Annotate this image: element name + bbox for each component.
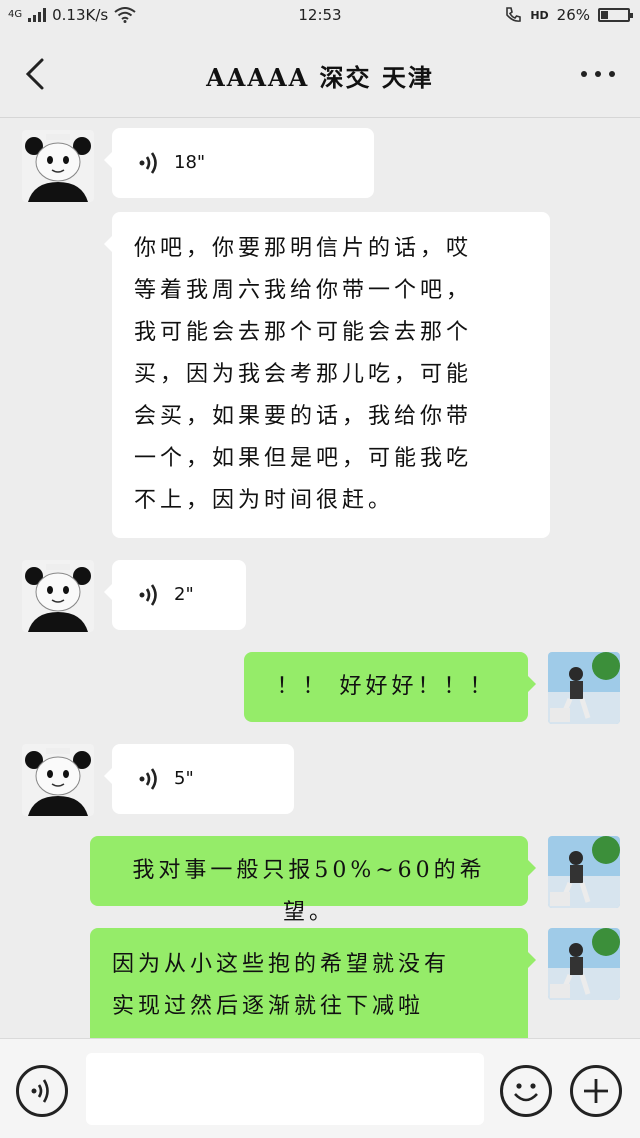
user-photo-avatar xyxy=(548,928,620,1000)
battery-percent: 26% xyxy=(556,6,590,24)
message-line: 实现过然后逐渐就往下减啦 xyxy=(112,994,425,1019)
message-line: 你吧，你要那明信片的话，哎 xyxy=(134,236,473,261)
more-button[interactable] xyxy=(578,58,618,90)
emoji-button[interactable] xyxy=(500,1065,552,1117)
message-line: 买，因为我会考那儿吃，可能 xyxy=(134,362,473,387)
panda-meme-avatar xyxy=(22,130,94,202)
voice-wave-icon xyxy=(139,584,157,606)
voice-toggle-icon xyxy=(31,1079,49,1103)
chat-area[interactable]: 18" 你吧，你要那明信片的话，哎 等着我周六我给你带一个吧， 我可能会去那个可… xyxy=(0,118,640,1038)
chat-title: AAAAA 深交 天津 xyxy=(206,63,434,92)
contact-avatar[interactable] xyxy=(22,560,94,632)
text-message-bubble[interactable]: 我对事一般只报50%~60的希望。 xyxy=(90,836,536,925)
panda-meme-avatar xyxy=(22,560,94,632)
message-line: 因为从小这些抱的希望就没有 xyxy=(112,952,451,977)
battery-fill xyxy=(601,11,609,19)
hd-badge: HD xyxy=(530,8,549,22)
message-line: 我可能会去那个可能会去那个 xyxy=(134,320,473,345)
voice-message-bubble[interactable]: 18" xyxy=(104,128,374,198)
more-actions-button[interactable] xyxy=(570,1065,622,1117)
status-right: HD 26% xyxy=(504,6,633,24)
user-photo-avatar xyxy=(548,836,620,908)
status-bar: 4G 0.13K/s 12:53 HD 26% xyxy=(0,0,640,32)
chat-header: AAAAA 深交 天津 xyxy=(0,32,640,118)
message-line: 一个，如果但是吧，可能我吃 xyxy=(134,446,473,471)
text-message-bubble[interactable]: 因为从小这些抱的希望就没有 实现过然后逐渐就往下减啦 xyxy=(90,928,536,1038)
my-avatar[interactable] xyxy=(548,652,620,724)
my-avatar[interactable] xyxy=(548,836,620,908)
emoji-icon xyxy=(514,1083,538,1102)
message-text: ！！ 好好好！！！ xyxy=(276,674,496,699)
my-avatar[interactable] xyxy=(548,928,620,1000)
contact-avatar[interactable] xyxy=(22,130,94,202)
message-line: 不上，因为时间很赶。 xyxy=(134,488,395,513)
user-photo-avatar xyxy=(548,652,620,724)
voice-wave-icon xyxy=(139,152,157,174)
voice-message-bubble[interactable]: 5" xyxy=(104,744,294,814)
voice-message-bubble[interactable]: 2" xyxy=(104,560,246,630)
voice-duration: 2" xyxy=(174,584,194,605)
plus-icon xyxy=(584,1079,608,1103)
battery-icon xyxy=(598,8,633,22)
contact-avatar[interactable] xyxy=(22,744,94,816)
voice-toggle-button[interactable] xyxy=(16,1065,68,1117)
voice-message: 5" xyxy=(112,744,294,814)
message-line: 等着我周六我给你带一个吧， xyxy=(134,278,473,303)
message-line: 会买，如果要的话，我给你带 xyxy=(134,404,473,429)
message-input[interactable] xyxy=(86,1053,484,1125)
input-bar xyxy=(0,1038,640,1138)
voice-message: 2" xyxy=(112,560,246,630)
phone-icon xyxy=(506,7,522,22)
more-dots-icon xyxy=(581,71,615,77)
voice-duration: 18" xyxy=(174,152,206,173)
text-message-bubble[interactable]: 你吧，你要那明信片的话，哎 等着我周六我给你带一个吧， 我可能会去那个可能会去那… xyxy=(104,212,550,538)
voice-message: 18" xyxy=(112,128,374,198)
text-message-bubble[interactable]: ！！ 好好好！！！ xyxy=(244,652,536,722)
message-text: 我对事一般只报50%~60的希望。 xyxy=(132,858,486,925)
panda-meme-avatar xyxy=(22,744,94,816)
voice-wave-icon xyxy=(139,768,157,790)
voice-duration: 5" xyxy=(174,768,194,789)
